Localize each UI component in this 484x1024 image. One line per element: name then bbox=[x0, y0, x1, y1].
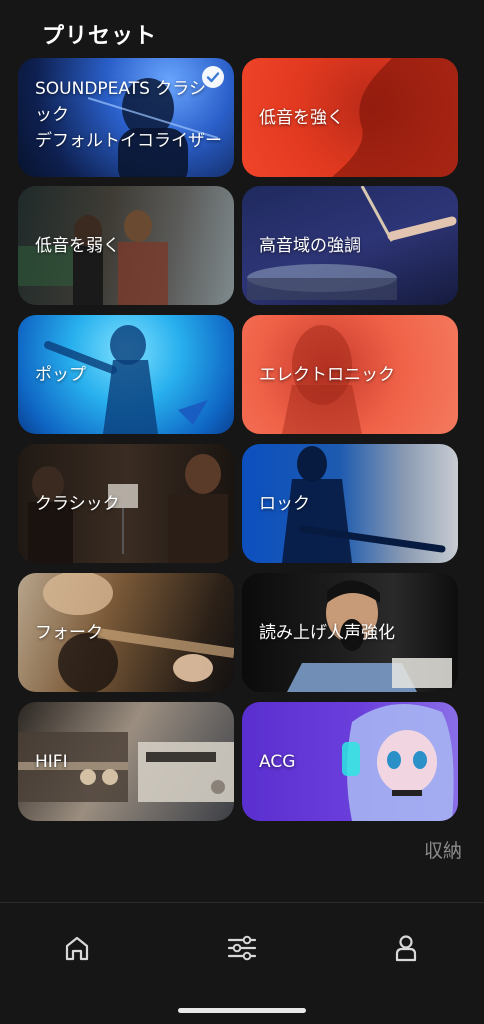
collapse-button[interactable]: 収納 bbox=[424, 836, 462, 863]
preset-label: 低音を弱く bbox=[35, 235, 120, 256]
home-indicator[interactable] bbox=[178, 1008, 306, 1013]
preset-label: SOUNDPEATS クラシ ック デフォルトイコライザー bbox=[35, 79, 222, 151]
nav-profile-button[interactable] bbox=[389, 931, 423, 965]
preset-card-vocal-enhance[interactable]: 読み上げ人声強化 bbox=[242, 573, 458, 692]
preset-label: フォーク bbox=[35, 622, 103, 643]
preset-card-folk[interactable]: フォーク bbox=[18, 573, 234, 692]
preset-label: 高音域の強調 bbox=[259, 235, 361, 256]
nav-home-button[interactable] bbox=[60, 931, 94, 965]
page-title: プリセット bbox=[42, 24, 158, 49]
preset-card-classical[interactable]: クラシック bbox=[18, 444, 234, 563]
selected-check-icon bbox=[202, 66, 224, 88]
equalizer-icon bbox=[227, 935, 257, 961]
preset-label: HIFI bbox=[35, 751, 68, 772]
preset-card-bass-reduce[interactable]: 低音を弱く bbox=[18, 186, 234, 305]
preset-label: 読み上げ人声強化 bbox=[259, 622, 395, 643]
home-icon bbox=[65, 936, 89, 961]
preset-label: ポップ bbox=[35, 364, 86, 385]
preset-label: ACG bbox=[259, 751, 296, 772]
bottom-nav bbox=[0, 903, 484, 1024]
preset-card-rock[interactable]: ロック bbox=[242, 444, 458, 563]
preset-label: エレクトロニック bbox=[259, 364, 395, 385]
preset-card-treble-boost[interactable]: 高音域の強調 bbox=[242, 186, 458, 305]
nav-equalizer-button[interactable] bbox=[225, 931, 259, 965]
preset-card-bass-boost[interactable]: 低音を強く bbox=[242, 58, 458, 177]
preset-label: 低音を強く bbox=[259, 107, 344, 128]
preset-card-pop[interactable]: ポップ bbox=[18, 315, 234, 434]
preset-card-hifi[interactable]: HIFI bbox=[18, 702, 234, 821]
preset-card-soundpeats-classic[interactable]: SOUNDPEATS クラシ ック デフォルトイコライザー bbox=[18, 58, 234, 177]
preset-label: ロック bbox=[259, 493, 310, 514]
preset-card-electronic[interactable]: エレクトロニック bbox=[242, 315, 458, 434]
preset-card-acg[interactable]: ACG bbox=[242, 702, 458, 821]
preset-label: クラシック bbox=[35, 493, 120, 514]
profile-icon bbox=[395, 935, 417, 962]
